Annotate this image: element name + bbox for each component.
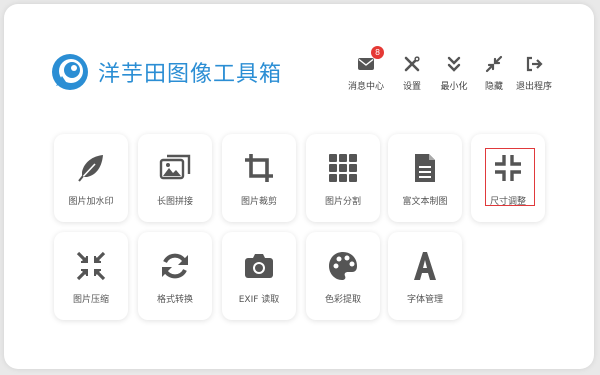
tool-card-compress[interactable]: 图片压缩 [54, 232, 128, 320]
tool-card-resize[interactable]: 尺寸调整 [471, 134, 545, 222]
minimize-button[interactable]: 最小化 [432, 54, 476, 94]
tool-card-font-manage[interactable]: 字体管理 [388, 232, 462, 320]
app-logo-icon [52, 54, 88, 90]
chevrons-down-icon [447, 56, 461, 72]
font-icon [414, 252, 436, 280]
sync-icon [162, 253, 188, 279]
app-title: 洋芋田图像工具箱 [98, 62, 283, 87]
settings-label: 设置 [402, 82, 421, 92]
envelope-icon [358, 58, 374, 70]
grid-icon [329, 154, 357, 182]
sign-out-icon [526, 56, 543, 72]
settings-button[interactable]: 设置 [390, 54, 434, 94]
tool-card-crop[interactable]: 图片裁剪 [222, 134, 296, 222]
tool-label: 格式转换 [156, 295, 193, 305]
compress-icon [485, 55, 503, 73]
tool-card-split[interactable]: 图片分割 [306, 134, 380, 222]
tool-label: 字体管理 [406, 295, 443, 305]
message-center-label: 消息中心 [347, 82, 384, 92]
resize-icon [495, 155, 521, 181]
tool-label: 富文本制图 [402, 197, 448, 207]
tool-card-long-image[interactable]: 长图拼接 [138, 134, 212, 222]
hide-label: 隐藏 [484, 82, 503, 92]
crop-icon [245, 154, 273, 182]
camera-icon [245, 254, 273, 278]
tool-label: 尺寸调整 [489, 197, 526, 207]
images-icon [159, 154, 191, 180]
minimize-label: 最小化 [440, 82, 468, 92]
palette-icon [329, 252, 357, 280]
message-center-button[interactable]: 8 消息中心 [344, 46, 388, 94]
tool-label: 图片分割 [324, 197, 361, 207]
tool-card-color-extract[interactable]: 色彩提取 [306, 232, 380, 320]
exit-button[interactable]: 退出程序 [512, 54, 556, 94]
tool-label: 色彩提取 [324, 295, 361, 305]
document-icon [415, 154, 435, 182]
tool-label: 图片压缩 [72, 295, 109, 305]
tool-label: EXIF 读取 [238, 295, 280, 305]
feather-icon [78, 155, 103, 182]
exit-label: 退出程序 [515, 82, 552, 92]
window-toolbar: 8 消息中心 设置 最小化 隐藏 退出程序 [344, 46, 564, 98]
compress-arrows-icon [76, 251, 106, 281]
hide-button[interactable]: 隐藏 [472, 54, 516, 94]
tool-label: 图片裁剪 [240, 197, 277, 207]
tool-label: 图片加水印 [68, 197, 114, 207]
message-count-badge: 8 [371, 46, 384, 59]
tool-label: 长图拼接 [156, 197, 193, 207]
tool-card-exif[interactable]: EXIF 读取 [222, 232, 296, 320]
tools-icon [404, 56, 420, 72]
tool-card-format-convert[interactable]: 格式转换 [138, 232, 212, 320]
tool-card-watermark[interactable]: 图片加水印 [54, 134, 128, 222]
tool-card-rich-text[interactable]: 富文本制图 [388, 134, 462, 222]
